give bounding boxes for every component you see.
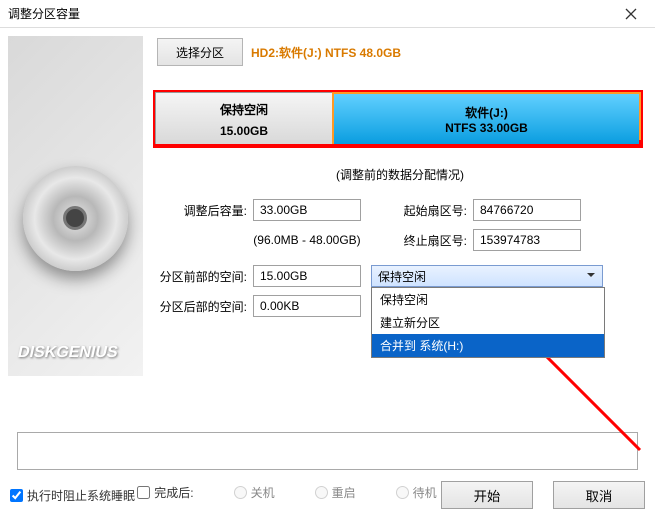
alloc-free-size: 15.00GB (220, 124, 268, 138)
end-sector-input[interactable]: 153974783 (473, 229, 581, 251)
end-sector-label: 终止扇区号: (395, 232, 467, 249)
after-size-label: 调整后容量: (157, 202, 247, 219)
start-button[interactable]: 开始 (441, 481, 533, 509)
after-size-input[interactable]: 33.00GB (253, 199, 361, 221)
start-sector-label: 起始扇区号: (395, 202, 467, 219)
back-space-label: 分区后部的空间: (157, 298, 247, 315)
prevent-sleep-checkbox[interactable]: 执行时阻止系统睡眠 (10, 487, 135, 504)
front-space-combo[interactable]: 保持空闲 保持空闲 建立新分区 合并到 系统(H:) (371, 265, 603, 287)
combo-option[interactable]: 建立新分区 (372, 311, 604, 334)
range-hint: (96.0MB - 48.00GB) (253, 233, 361, 247)
partition-path: HD2:软件(J:) NTFS 48.0GB (251, 44, 401, 61)
front-space-label: 分区前部的空间: (157, 268, 247, 285)
alloc-part-name: 软件(J:) (465, 104, 508, 121)
hdd-spindle-icon (63, 206, 87, 230)
alloc-part-info: NTFS 33.00GB (445, 121, 528, 135)
allocation-caption: (调整前的数据分配情况) (336, 168, 464, 182)
cancel-button[interactable]: 取消 (553, 481, 645, 509)
close-icon (625, 8, 637, 20)
combo-dropdown: 保持空闲 建立新分区 合并到 系统(H:) (371, 287, 605, 358)
close-button[interactable] (615, 2, 647, 26)
alloc-partition-segment[interactable]: 软件(J:) NTFS 33.00GB (332, 92, 641, 146)
alloc-free-label: 保持空闲 (220, 101, 268, 118)
alloc-bracket (153, 140, 641, 146)
brand-image: DISKGENIUS (8, 36, 143, 376)
window-title: 调整分区容量 (8, 5, 80, 22)
titlebar: 调整分区容量 (0, 0, 655, 28)
chevron-down-icon (586, 269, 596, 283)
front-space-input[interactable]: 15.00GB (253, 265, 361, 287)
back-space-input[interactable]: 0.00KB (253, 295, 361, 317)
alloc-free-segment[interactable]: 保持空闲 15.00GB (155, 92, 332, 146)
start-sector-input[interactable]: 84766720 (473, 199, 581, 221)
select-partition-button[interactable]: 选择分区 (157, 38, 243, 66)
combo-option[interactable]: 保持空闲 (372, 288, 604, 311)
brand-text: DISKGENIUS (16, 344, 119, 362)
combo-selected: 保持空闲 (378, 268, 426, 285)
combo-option[interactable]: 合并到 系统(H:) (372, 334, 604, 357)
